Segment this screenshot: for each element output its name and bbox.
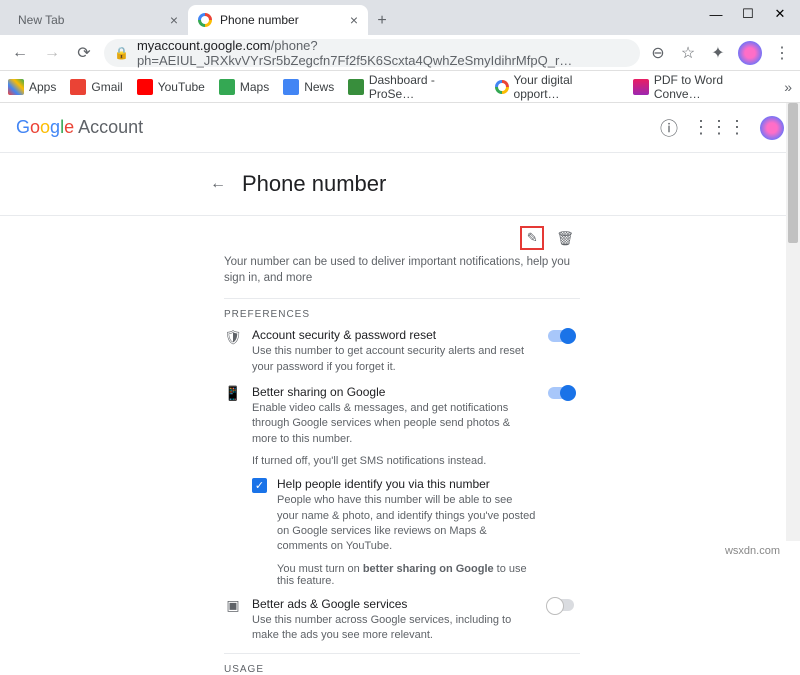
tab-label: Phone number <box>220 13 299 27</box>
edit-phone-button[interactable]: ✎ <box>520 226 544 250</box>
tab-strip: New Tab × Phone number × + <box>0 0 800 35</box>
google-account-header: Google Account ⓘ ⋮⋮⋮ <box>0 103 800 153</box>
lock-icon: 🔒 <box>114 46 129 60</box>
pref-desc: Use this number to get account security … <box>252 344 536 375</box>
bookmark-digital[interactable]: Your digital opport… <box>495 73 619 101</box>
bookmark-label: YouTube <box>158 80 205 94</box>
tab-phone-number[interactable]: Phone number × <box>188 5 368 35</box>
phone-settings-content: ✎ 🗑 Your number can be used to deliver i… <box>0 216 580 675</box>
pref-security: 🛡 Account security & password reset Use … <box>224 328 580 375</box>
close-icon[interactable]: × <box>170 12 178 28</box>
tab-label: New Tab <box>18 13 64 27</box>
section-usage: USAGE <box>224 664 580 675</box>
pref-identify: ✓ Help people identify you via this numb… <box>252 477 580 587</box>
news-icon <box>283 79 299 95</box>
bookmark-label: Gmail <box>91 80 122 94</box>
pencil-icon: ✎ <box>527 230 538 246</box>
pdf-icon <box>633 79 649 95</box>
delete-phone-button[interactable]: 🗑 <box>556 230 574 247</box>
bookmark-pdf[interactable]: PDF to Word Conve… <box>633 73 770 101</box>
bookmark-youtube[interactable]: YouTube <box>137 79 205 95</box>
pref-desc: Use this number across Google services, … <box>252 613 536 644</box>
browser-toolbar: ← → ⟳ 🔒 myaccount.google.com/phone?ph=AE… <box>0 35 800 71</box>
apps-grid-icon[interactable]: ⋮⋮⋮ <box>692 117 746 138</box>
new-tab-button[interactable]: + <box>368 7 396 35</box>
dashboard-icon <box>348 79 364 95</box>
zoom-icon[interactable]: ⊖ <box>648 43 668 63</box>
divider <box>224 298 580 299</box>
reload-button[interactable]: ⟳ <box>72 41 96 65</box>
google-logo[interactable]: Google <box>16 117 74 138</box>
back-button[interactable]: ← <box>8 41 32 65</box>
page-title: Phone number <box>242 171 386 197</box>
pref-title: Account security & password reset <box>252 328 536 342</box>
toggle-sharing[interactable] <box>548 387 574 399</box>
section-preferences: PREFERENCES <box>224 309 580 320</box>
watermark: wsxdn.com <box>725 545 780 557</box>
window-close[interactable]: ✕ <box>774 8 786 20</box>
checkbox-identify[interactable]: ✓ <box>252 478 267 493</box>
bookmark-label: Apps <box>29 80 56 94</box>
pref-sharing: 📱 Better sharing on Google Enable video … <box>224 385 580 467</box>
bookmark-label: Maps <box>240 80 269 94</box>
vertical-scrollbar[interactable] <box>786 103 800 541</box>
account-avatar[interactable] <box>760 116 784 140</box>
help-icon[interactable]: ⓘ <box>660 115 678 141</box>
pref-title: Help people identify you via this number <box>277 477 536 491</box>
intro-text: Your number can be used to deliver impor… <box>224 254 580 286</box>
pref-note: You must turn on better sharing on Googl… <box>277 563 536 587</box>
bookmark-gmail[interactable]: Gmail <box>70 79 122 95</box>
image-icon: ▣ <box>224 597 242 615</box>
youtube-icon <box>137 79 153 95</box>
bookmark-apps[interactable]: Apps <box>8 79 56 95</box>
pref-title: Better sharing on Google <box>252 385 536 399</box>
bookmarks-overflow[interactable]: » <box>784 79 792 95</box>
bookmark-maps[interactable]: Maps <box>219 79 269 95</box>
toggle-security[interactable] <box>548 330 574 342</box>
back-arrow-icon[interactable]: ← <box>210 175 226 193</box>
page-title-row: ← Phone number <box>0 153 800 215</box>
pref-desc: People who have this number will be able… <box>277 493 536 555</box>
pref-desc: Enable video calls & messages, and get n… <box>252 401 536 447</box>
extensions-icon[interactable]: ✦ <box>708 43 728 63</box>
url-host: myaccount.google.com <box>137 38 271 53</box>
maps-icon <box>219 79 235 95</box>
pref-ads: ▣ Better ads & Google services Use this … <box>224 597 580 644</box>
window-maximize[interactable]: ☐ <box>742 8 754 20</box>
bookmark-label: News <box>304 80 334 94</box>
pref-note: If turned off, you'll get SMS notificati… <box>252 455 536 467</box>
pref-title: Better ads & Google services <box>252 597 536 611</box>
google-icon <box>495 80 509 94</box>
gmail-icon <box>70 79 86 95</box>
star-icon[interactable]: ☆ <box>678 43 698 63</box>
phone-icon: 📱 <box>224 385 242 403</box>
tab-new-tab[interactable]: New Tab × <box>8 5 188 35</box>
toggle-ads[interactable] <box>548 599 574 611</box>
product-name: Account <box>78 117 143 138</box>
profile-avatar[interactable] <box>738 41 762 65</box>
close-icon[interactable]: × <box>350 12 358 28</box>
shield-icon: 🛡 <box>224 328 242 346</box>
address-bar[interactable]: 🔒 myaccount.google.com/phone?ph=AEIUL_JR… <box>104 39 640 67</box>
divider <box>224 653 580 654</box>
scrollbar-thumb[interactable] <box>788 103 798 243</box>
google-favicon-icon <box>198 13 212 27</box>
bookmark-label: PDF to Word Conve… <box>654 73 770 101</box>
window-minimize[interactable]: — <box>710 8 722 20</box>
apps-icon <box>8 79 24 95</box>
bookmarks-bar: Apps Gmail YouTube Maps News Dashboard -… <box>0 71 800 103</box>
forward-button[interactable]: → <box>40 41 64 65</box>
bookmark-dashboard[interactable]: Dashboard - ProSe… <box>348 73 481 101</box>
kebab-menu-icon[interactable]: ⋮ <box>772 43 792 63</box>
bookmark-news[interactable]: News <box>283 79 334 95</box>
bookmark-label: Your digital opport… <box>514 73 620 101</box>
bookmark-label: Dashboard - ProSe… <box>369 73 481 101</box>
